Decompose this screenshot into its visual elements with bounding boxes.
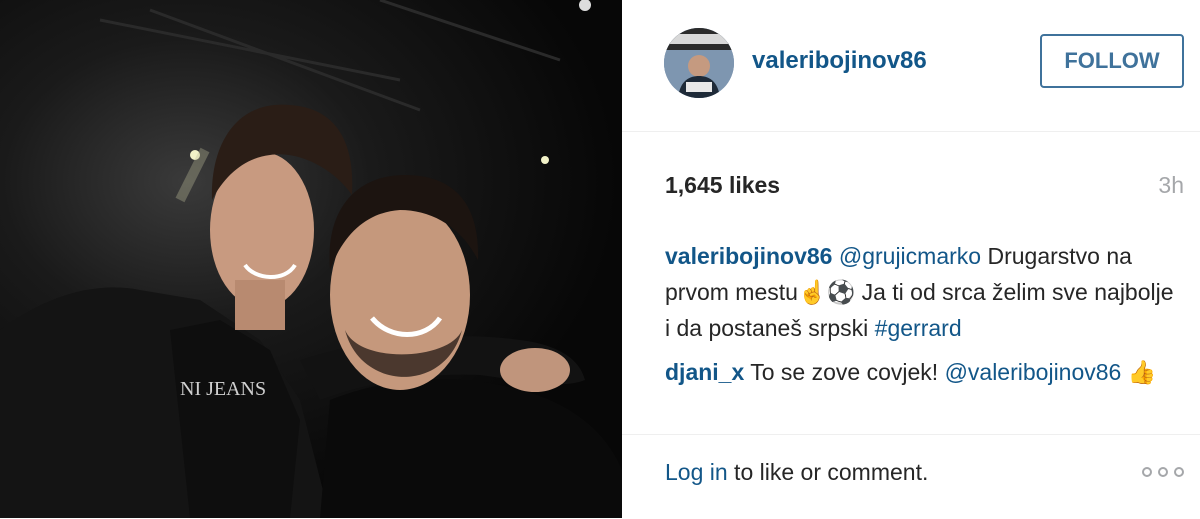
comment-author[interactable]: djani_x (665, 359, 744, 385)
post-footer: Log in to like or comment. (622, 434, 1200, 519)
pointing-up-emoji-icon: ☝ (797, 279, 827, 305)
comments-list: valeribojinov86 @grujicmarko Drugarstvo … (665, 238, 1185, 398)
more-options-icon[interactable] (1142, 467, 1184, 477)
more-dot (1158, 467, 1168, 477)
soccer-ball-emoji-icon: ⚽ (826, 279, 856, 305)
svg-text:NI JEANS: NI JEANS (180, 378, 266, 400)
login-prompt: Log in to like or comment. (665, 459, 928, 486)
more-dot (1142, 467, 1152, 477)
post-timestamp[interactable]: 3h (1158, 172, 1184, 199)
caption: valeribojinov86 @grujicmarko Drugarstvo … (665, 238, 1185, 346)
caption-mention[interactable]: @grujicmarko (839, 243, 981, 269)
avatar-image (664, 28, 734, 98)
post-username[interactable]: valeribojinov86 (752, 47, 927, 75)
follow-button[interactable]: FOLLOW (1040, 34, 1184, 88)
instagram-post: NI JEANS valeribojinov86 FOLLOW 1,645 li… (0, 0, 1200, 518)
caption-hashtag[interactable]: #gerrard (875, 315, 962, 341)
likes-count[interactable]: 1,645 likes (665, 172, 780, 199)
avatar[interactable] (664, 28, 734, 98)
login-link[interactable]: Log in (665, 459, 728, 485)
post-photo[interactable]: NI JEANS (0, 0, 622, 518)
post-info-panel: valeribojinov86 FOLLOW 1,645 likes 3h va… (622, 0, 1200, 518)
comment-item: djani_x To se zove covjek! @valeribojino… (665, 354, 1185, 390)
login-prompt-text: to like or comment. (727, 459, 929, 485)
more-dot (1174, 467, 1184, 477)
thumbs-up-emoji-icon: 👍 (1127, 359, 1157, 385)
comment-text: To se zove covjek! (744, 359, 945, 385)
photo-illustration: NI JEANS (0, 0, 622, 518)
comment-mention[interactable]: @valeribojinov86 (945, 359, 1122, 385)
caption-author[interactable]: valeribojinov86 (665, 243, 832, 269)
post-header: valeribojinov86 FOLLOW (622, 0, 1200, 132)
